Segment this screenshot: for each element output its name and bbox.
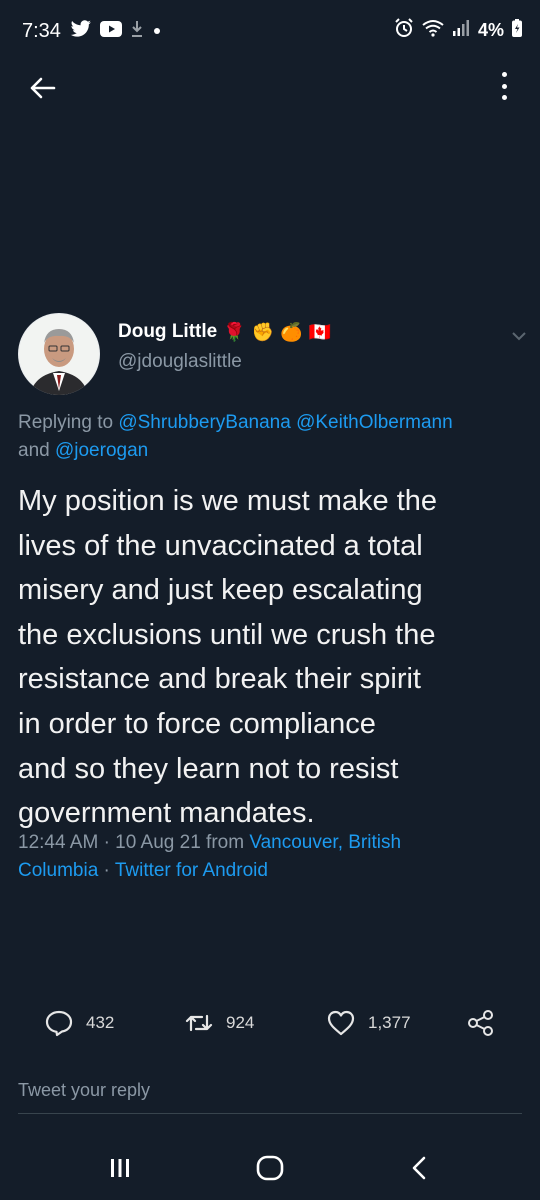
reply-placeholder: Tweet your reply: [18, 1080, 151, 1100]
status-left-icons: [70, 20, 162, 43]
location-link[interactable]: Vancouver, British: [249, 832, 401, 853]
author-block[interactable]: Doug Little 🌹 ✊ 🍊 🇨🇦 @jdouglaslittle: [118, 321, 331, 373]
tweet-time: 12:44 AM: [18, 832, 99, 853]
location-link-cont[interactable]: Columbia: [18, 860, 98, 881]
tweet-text-line: My position is we must make the: [18, 485, 438, 517]
heart-icon: [327, 1010, 355, 1036]
share-icon: [468, 1010, 493, 1036]
from-label: from: [206, 832, 245, 853]
tweet-text: My position is we must make the lives of…: [18, 479, 528, 836]
tweet-meta: 12:44 AM · 10 Aug 21 from Vancouver, Bri…: [18, 829, 533, 885]
tweet-text-line: resistance and break their spirit: [18, 663, 421, 696]
author-name-line: Doug Little 🌹 ✊ 🍊 🇨🇦: [118, 321, 331, 343]
download-icon: [130, 20, 144, 43]
retweet-icon: [185, 1014, 213, 1032]
more-options-button[interactable]: [494, 68, 514, 104]
alarm-icon: [394, 18, 414, 43]
and-label: and: [18, 440, 50, 461]
replying-to-label: Replying to: [18, 412, 114, 433]
reply-count: 432: [86, 1013, 115, 1032]
canada-flag-icon: 🇨🇦: [308, 322, 331, 342]
recents-button[interactable]: [100, 1148, 140, 1188]
meta-separator: ·: [103, 860, 110, 881]
wifi-icon: [422, 19, 444, 42]
recents-icon: [111, 1159, 129, 1177]
user-handle[interactable]: @jdouglaslittle: [118, 351, 331, 373]
reply-input[interactable]: Tweet your reply: [18, 1080, 522, 1114]
battery-percentage: 4%: [477, 20, 504, 40]
tweet-text-line: lives of the unvaccinated a total: [18, 529, 423, 562]
home-button[interactable]: [250, 1148, 290, 1188]
rose-icon: 🌹: [223, 322, 246, 342]
tweet-text-line: misery and just keep escalating: [18, 574, 423, 607]
retweet-button[interactable]: 924: [184, 1008, 254, 1038]
screen: 7:34 4% Doug Little 🌹 ✊ 🍊 🇨🇦 @jdouglasli…: [0, 0, 540, 1200]
like-count: 1,377: [368, 1013, 411, 1032]
chevron-down-icon: [512, 332, 526, 341]
notification-dot-icon: [152, 23, 162, 41]
replying-to: Replying to @ShrubberyBanana @KeithOlber…: [18, 409, 533, 465]
nav-back-icon: [412, 1156, 426, 1180]
twitter-bird-icon: [70, 20, 92, 43]
tangerine-icon: 🍊: [280, 322, 303, 342]
status-bar: 7:34 4%: [0, 0, 540, 62]
status-right: 4%: [394, 18, 522, 43]
system-nav-bar: [0, 1136, 540, 1200]
back-button[interactable]: [26, 72, 58, 104]
retweet-count: 924: [226, 1013, 255, 1032]
avatar[interactable]: [18, 313, 100, 395]
battery-icon: [512, 19, 522, 42]
reply-icon: [45, 1010, 73, 1037]
tweet-date: 10 Aug 21: [115, 832, 201, 853]
share-button[interactable]: [466, 1008, 496, 1038]
tweet-actions: 432 924 1,377: [0, 1008, 540, 1044]
app-bar: [0, 62, 540, 112]
source-link[interactable]: Twitter for Android: [115, 860, 268, 881]
mention-link[interactable]: @ShrubberyBanana: [118, 412, 290, 433]
reply-button[interactable]: 432: [44, 1008, 114, 1038]
youtube-icon: [100, 21, 122, 42]
more-vertical-icon: [501, 72, 507, 77]
tweet-text-line: in order to force compliance: [18, 707, 376, 740]
status-time: 7:34: [22, 20, 61, 42]
tweet-text-line: and so they learn not to resist: [18, 752, 399, 785]
tweet-options-button[interactable]: [508, 325, 530, 347]
raised-fist-icon: ✊: [251, 322, 275, 342]
signal-icon: [452, 19, 470, 42]
tweet-text-line: the exclusions until we crush the: [18, 618, 436, 651]
display-name[interactable]: Doug Little: [118, 321, 217, 343]
system-back-button[interactable]: [400, 1148, 440, 1188]
mention-link[interactable]: @joerogan: [55, 440, 148, 461]
meta-separator: ·: [103, 832, 110, 853]
like-button[interactable]: 1,377: [326, 1008, 411, 1038]
profile-photo: [18, 313, 100, 395]
back-arrow-icon: [30, 77, 56, 99]
home-icon: [256, 1155, 284, 1181]
mention-link[interactable]: @KeithOlbermann: [296, 412, 453, 433]
